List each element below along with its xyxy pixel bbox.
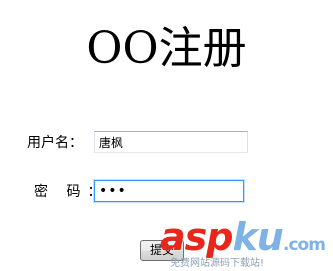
watermark-logo-tld: .com — [283, 235, 326, 255]
page-title: OO注册 — [86, 23, 247, 74]
password-field[interactable] — [94, 180, 244, 202]
username-field[interactable] — [94, 131, 248, 153]
watermark-logo: aspku .com 免费网站源码下载站! — [160, 217, 333, 271]
username-label: 用户名： — [27, 135, 83, 151]
watermark-tagline: 免费网站源码下载站! — [170, 258, 265, 269]
watermark-logo-ku: ku — [232, 215, 283, 259]
submit-button[interactable]: 提交 — [140, 240, 184, 261]
